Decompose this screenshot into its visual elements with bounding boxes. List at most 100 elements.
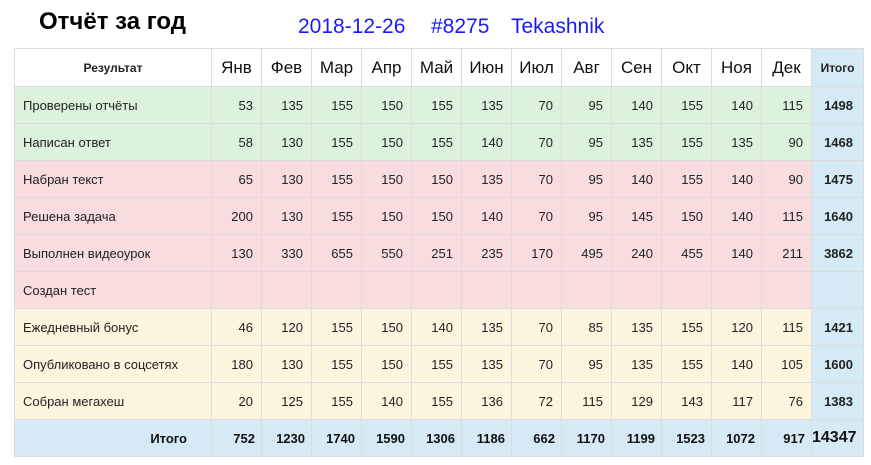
table-cell: 70 — [511, 123, 562, 161]
column-header-month: Мар — [311, 48, 362, 87]
table-cell: 140 — [711, 86, 762, 124]
report-number: #8275 — [431, 15, 490, 38]
table-cell: 125 — [261, 382, 312, 420]
table-cell: 135 — [461, 160, 512, 198]
table-cell: 330 — [261, 234, 312, 272]
table-cell: 95 — [561, 86, 612, 124]
row-label: Проверены отчёты — [14, 86, 212, 124]
table-header-row: Результат Янв Фев Мар Апр Май Июн Июл Авг Сен Окт… — [14, 48, 864, 87]
table-cell: 155 — [411, 123, 462, 161]
total-row-label: Итого — [14, 419, 212, 457]
table-cell: 155 — [311, 160, 362, 198]
table-cell: 155 — [661, 160, 712, 198]
table-cell: 130 — [261, 197, 312, 235]
table-cell: 120 — [711, 308, 762, 346]
table-cell — [361, 271, 412, 309]
table-cell: 150 — [361, 197, 412, 235]
table-cell: 140 — [411, 308, 462, 346]
table-cell: 150 — [361, 308, 412, 346]
table-cell — [261, 271, 312, 309]
table-cell: 155 — [661, 123, 712, 161]
table-cell: 155 — [661, 345, 712, 383]
month-total: 1230 — [261, 419, 312, 457]
table-cell: 143 — [661, 382, 712, 420]
month-total: 1523 — [661, 419, 712, 457]
column-header-result: Результат — [14, 48, 212, 87]
month-total: 1072 — [711, 419, 762, 457]
table-row: Создан тест — [14, 271, 864, 309]
table-cell: 58 — [211, 123, 262, 161]
table-cell: 155 — [311, 86, 362, 124]
report-date: 2018-12-26 — [298, 15, 406, 38]
month-total: 1306 — [411, 419, 462, 457]
table-cell: 135 — [611, 345, 662, 383]
table-total-row: Итого 752 1230 1740 1590 1306 1186 662 1170 1199… — [14, 419, 864, 457]
table-cell: 550 — [361, 234, 412, 272]
table-cell: 140 — [361, 382, 412, 420]
table-cell: 235 — [461, 234, 512, 272]
table-cell: 150 — [361, 160, 412, 198]
month-total: 1740 — [311, 419, 362, 457]
table-cell: 150 — [361, 86, 412, 124]
column-header-total: Итого — [811, 48, 864, 87]
table-cell: 150 — [411, 197, 462, 235]
column-header-month: Июн — [461, 48, 512, 87]
table-cell: 70 — [511, 308, 562, 346]
column-header-month: Окт — [661, 48, 712, 87]
table-cell: 115 — [761, 308, 812, 346]
table-cell: 200 — [211, 197, 262, 235]
table-cell: 135 — [611, 123, 662, 161]
table-cell: 135 — [261, 86, 312, 124]
column-header-month: Апр — [361, 48, 412, 87]
table-cell: 135 — [461, 86, 512, 124]
row-total — [811, 271, 864, 309]
table-cell: 70 — [511, 86, 562, 124]
table-cell — [611, 271, 662, 309]
table-cell: 85 — [561, 308, 612, 346]
table-cell: 495 — [561, 234, 612, 272]
table-cell: 140 — [611, 160, 662, 198]
month-total: 752 — [211, 419, 262, 457]
table-cell: 140 — [611, 86, 662, 124]
table-cell: 115 — [561, 382, 612, 420]
month-total: 1590 — [361, 419, 412, 457]
grand-total: 14347 — [811, 419, 864, 457]
row-total: 1475 — [811, 160, 864, 198]
table-cell — [711, 271, 762, 309]
column-header-month: Май — [411, 48, 462, 87]
table-cell — [661, 271, 712, 309]
table-cell: 155 — [311, 345, 362, 383]
table-cell: 140 — [461, 197, 512, 235]
table-row: Написан ответ 58 130 155 150 155 140 70 95 135 155… — [14, 123, 864, 161]
table-row: Ежедневный бонус 46 120 155 150 140 135 70 85 135… — [14, 308, 864, 346]
table-cell: 155 — [661, 86, 712, 124]
table-cell: 135 — [461, 308, 512, 346]
table-row: Собран мегахеш 20 125 155 140 155 136 72 115 129 1… — [14, 382, 864, 420]
table-cell: 130 — [261, 123, 312, 161]
column-header-month: Ноя — [711, 48, 762, 87]
table-cell: 155 — [311, 382, 362, 420]
month-total: 662 — [511, 419, 562, 457]
table-cell: 70 — [511, 197, 562, 235]
table-cell: 130 — [261, 345, 312, 383]
table-cell: 140 — [461, 123, 512, 161]
column-header-month: Фев — [261, 48, 312, 87]
table-cell: 180 — [211, 345, 262, 383]
row-total: 1421 — [811, 308, 864, 346]
table-cell: 130 — [261, 160, 312, 198]
table-cell: 240 — [611, 234, 662, 272]
row-total: 1468 — [811, 123, 864, 161]
table-cell: 140 — [711, 345, 762, 383]
column-header-month: Июл — [511, 48, 562, 87]
table-cell: 140 — [711, 160, 762, 198]
table-cell: 117 — [711, 382, 762, 420]
row-label: Решена задача — [14, 197, 212, 235]
table-cell: 46 — [211, 308, 262, 346]
row-total: 1383 — [811, 382, 864, 420]
table-cell: 95 — [561, 197, 612, 235]
row-label: Выполнен видеоурок — [14, 234, 212, 272]
row-label: Создан тест — [14, 271, 212, 309]
table-cell: 115 — [761, 86, 812, 124]
month-total: 1186 — [461, 419, 512, 457]
month-total: 917 — [761, 419, 812, 457]
